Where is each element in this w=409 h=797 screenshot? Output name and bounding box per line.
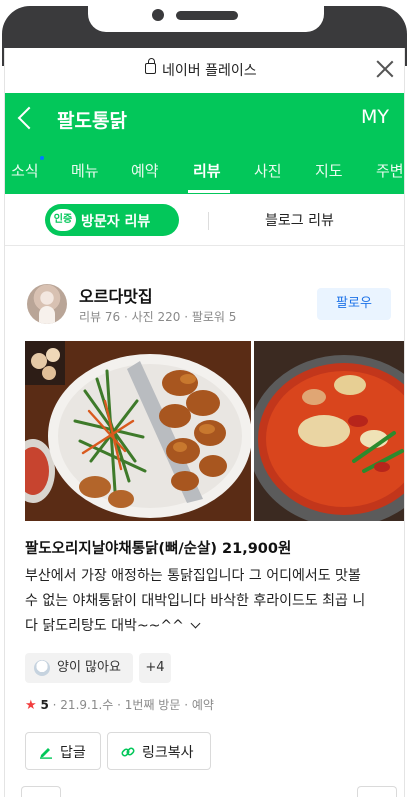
star-icon: ★: [25, 698, 37, 713]
visitor-review-tab[interactable]: 인증 방문자 리뷰: [45, 204, 179, 236]
new-indicator-dot: [40, 156, 44, 160]
review-photo-stew[interactable]: [254, 341, 404, 521]
tab-photos[interactable]: 사진: [254, 160, 282, 181]
reviewer-name[interactable]: 오르다맛집: [79, 283, 153, 307]
visitor-review-label: 방문자 리뷰: [81, 214, 151, 230]
ordered-menu: 팔도오리지날야채통닭(뼈/순살) 21,900원: [25, 541, 292, 557]
review-text-line: 부산에서 가장 애정하는 통닭집입니다 그 어디에서도 맛볼: [25, 568, 361, 584]
browser-title: 네이버 플레이스: [162, 63, 257, 79]
avatar[interactable]: [27, 284, 67, 324]
tab-news[interactable]: 소식: [11, 160, 39, 181]
lock-icon: [145, 58, 156, 74]
more-keywords-chip[interactable]: +4: [139, 653, 171, 683]
follow-button[interactable]: 팔로우: [317, 288, 391, 320]
copy-link-button[interactable]: 링크복사: [107, 732, 211, 770]
earpiece-speaker: [176, 11, 238, 20]
browser-address-bar: 네이버 플레이스: [5, 48, 404, 93]
review-photo-chicken[interactable]: [25, 341, 251, 521]
copy-link-label: 링크복사: [142, 745, 194, 761]
front-camera: [152, 9, 164, 21]
tab-nearby[interactable]: 주변: [376, 160, 404, 181]
screen: 네이버 플레이스 팔도통닭 MY 소식 메뉴 예약 리뷰 사진 지도 주변 인증…: [4, 48, 405, 797]
rice-bowl-icon: [34, 660, 50, 676]
divider: [208, 212, 209, 230]
place-tabs: 소식 메뉴 예약 리뷰 사진 지도 주변: [5, 146, 404, 194]
review-text-line: 다 닭도리탕도 대박~~^^: [25, 614, 389, 639]
back-arrow-icon[interactable]: [17, 106, 41, 130]
place-title: 팔도통닭: [57, 110, 127, 132]
keyword-chip[interactable]: 양이 많아요: [25, 653, 133, 683]
tab-reviews[interactable]: 리뷰: [193, 160, 221, 181]
phone-frame: [0, 0, 409, 66]
review-text-line-end: 다 닭도리탕도 대박~~^^: [25, 618, 184, 634]
section-gap: [5, 246, 404, 260]
visit-meta: ★ 5 · 21.9.1.수 · 1번째 방문 · 예약: [25, 696, 214, 713]
blog-review-tab[interactable]: 블로그 리뷰: [265, 210, 334, 230]
keyword-chip-label: 양이 많아요: [57, 660, 121, 675]
link-icon: [121, 747, 135, 757]
pencil-icon: [40, 748, 52, 759]
my-button[interactable]: MY: [361, 106, 389, 128]
reviewer-stats: 리뷰 76 · 사진 220 · 팔로워 5: [79, 310, 237, 324]
bottom-edge-element: [357, 786, 397, 797]
certified-badge: 인증: [50, 209, 76, 231]
expand-chevron-icon[interactable]: [190, 618, 201, 629]
review-text[interactable]: 부산에서 가장 애정하는 통닭집입니다 그 어디에서도 맛볼 수 없는 야채통닭…: [25, 564, 389, 639]
active-tab-indicator: [188, 190, 230, 193]
visit-info: · 21.9.1.수 · 1번째 방문 · 예약: [52, 698, 214, 712]
place-header: 팔도통닭 MY: [5, 93, 404, 146]
tab-map[interactable]: 지도: [315, 160, 343, 181]
tab-menu[interactable]: 메뉴: [71, 160, 99, 181]
tab-reservation[interactable]: 예약: [131, 160, 159, 181]
review-text-line: 수 없는 야채통닭이 대박입니다 바삭한 후라이드도 최곱 니: [25, 593, 366, 609]
bottom-edge-element: [21, 786, 61, 797]
review-type-tabs: 인증 방문자 리뷰 블로그 리뷰: [5, 194, 404, 246]
rating-value: 5: [40, 698, 49, 712]
reply-label: 답글: [60, 745, 86, 761]
reply-button[interactable]: 답글: [25, 732, 101, 770]
close-icon[interactable]: [374, 58, 396, 80]
